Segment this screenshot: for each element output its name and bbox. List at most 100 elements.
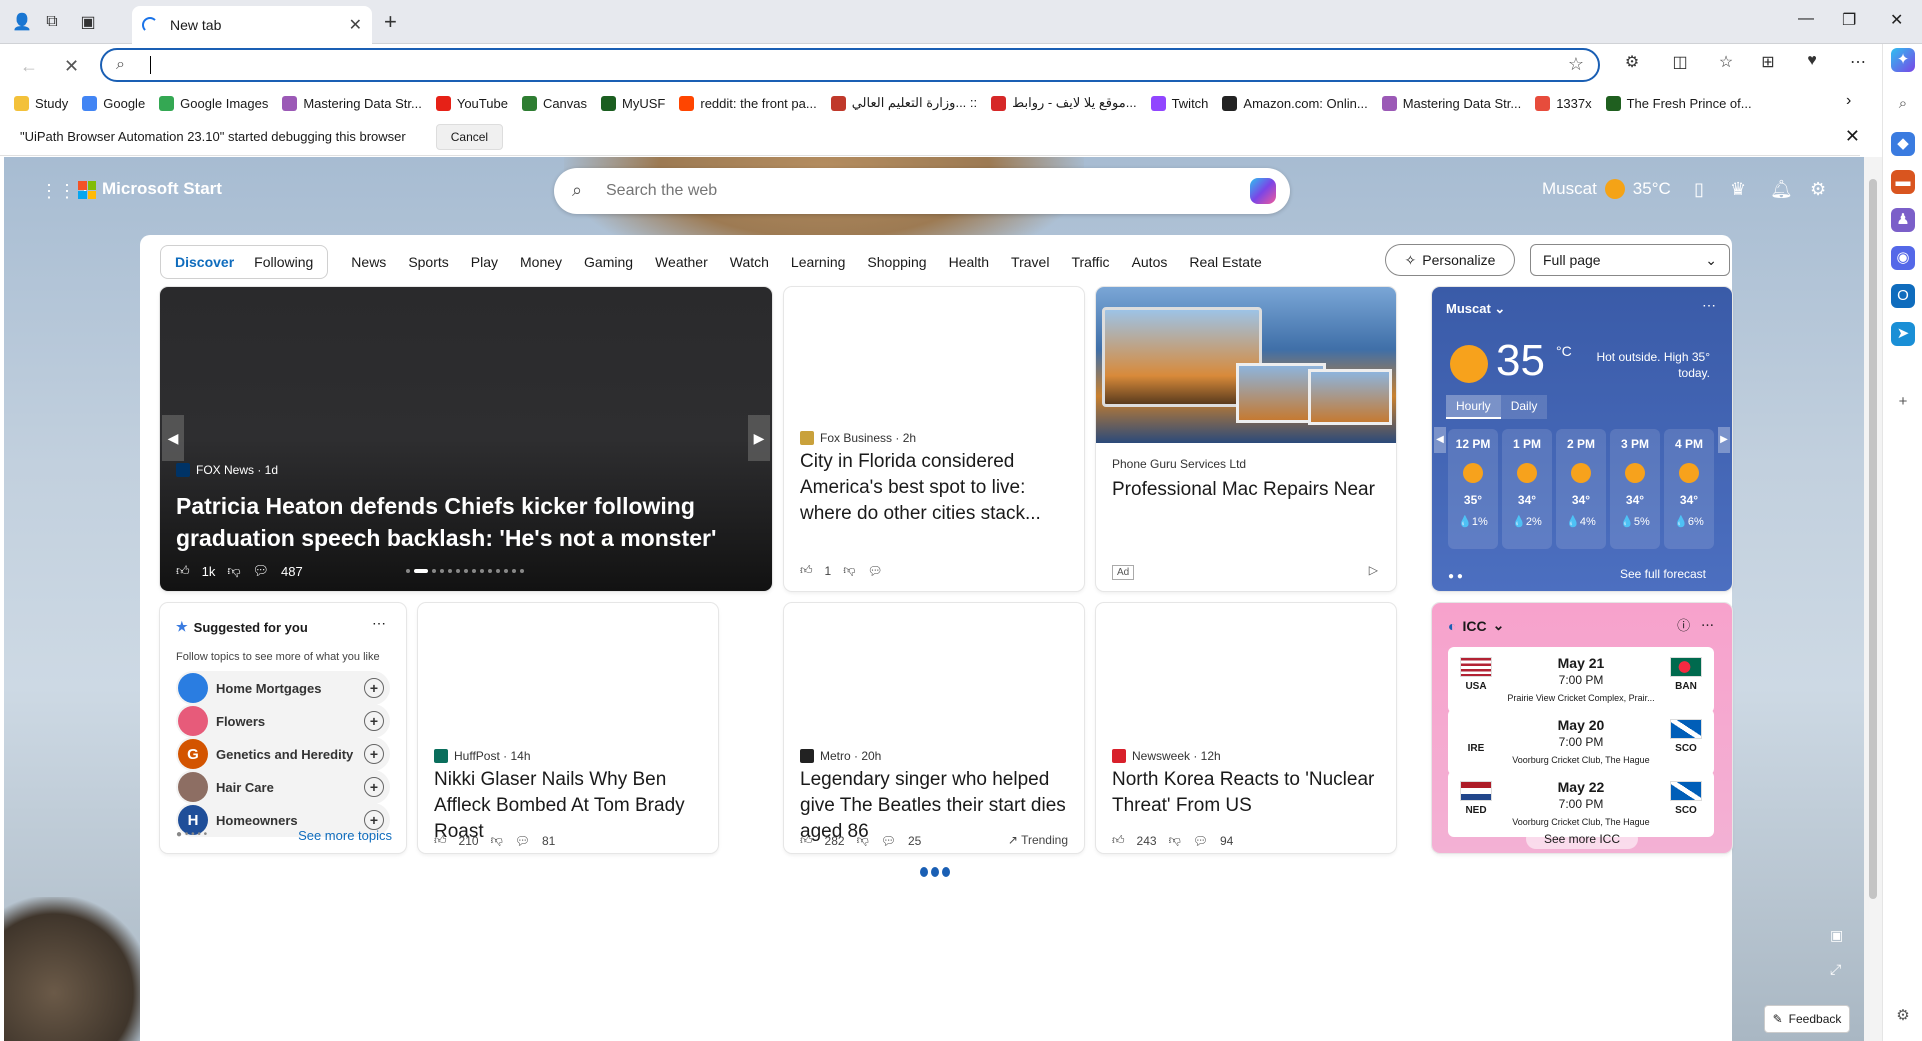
workspaces-icon[interactable]: ⧉ — [40, 10, 64, 34]
personalize-button[interactable]: ✧ Personalize — [1385, 244, 1515, 276]
expand-icon[interactable]: ⤢ — [1830, 961, 1841, 978]
nav-learning[interactable]: Learning — [791, 254, 846, 270]
address-bar[interactable]: ⌕ ☆ — [100, 48, 1600, 82]
nav-real-estate[interactable]: Real Estate — [1189, 254, 1261, 270]
bookmark-item[interactable]: وزارة التعليم العالي... :: — [830, 95, 977, 111]
bookmark-item[interactable]: Mastering Data Str... — [282, 95, 422, 111]
sidebar-settings-icon[interactable]: ⚙ — [1891, 1004, 1915, 1028]
dislike-icon[interactable]: 👎︎ — [227, 563, 240, 579]
comment-icon[interactable]: 💬︎ — [515, 834, 530, 848]
brand-name[interactable]: Microsoft Start — [102, 179, 222, 199]
follow-plus-icon[interactable]: + — [364, 711, 384, 731]
see-more-icc-link[interactable]: See more ICC — [1526, 829, 1638, 849]
follow-plus-icon[interactable]: + — [364, 744, 384, 764]
weather-city[interactable]: Muscat ⌄ — [1446, 301, 1505, 317]
notifications-bell-icon[interactable]: 🔔︎ — [1770, 179, 1793, 200]
like-icon[interactable]: 👍︎ — [176, 563, 190, 579]
profile-icon[interactable]: 👤 — [10, 10, 34, 34]
ad-card[interactable]: Phone Guru Services Ltd Professional Mac… — [1096, 287, 1396, 591]
article-title[interactable]: City in Florida considered America's bes… — [800, 449, 1078, 527]
maximize-button[interactable]: ❐ — [1842, 10, 1856, 30]
hours-next-icon[interactable]: ▶ — [1718, 427, 1730, 453]
hero-title[interactable]: Patricia Heaton defends Chiefs kicker fo… — [176, 490, 736, 554]
bookmark-item[interactable]: Google — [82, 95, 145, 111]
like-icon[interactable]: 👍︎ — [1112, 833, 1125, 848]
collections-icon[interactable]: ⊞ — [1756, 52, 1780, 72]
dislike-icon[interactable]: 👎︎ — [857, 833, 869, 848]
header-weather[interactable]: Muscat 35°C — [1542, 179, 1671, 199]
web-search-box[interactable]: ⌕ — [554, 168, 1290, 214]
bookmarks-overflow-icon[interactable]: › — [1846, 92, 1851, 110]
split-screen-icon[interactable]: ◫ — [1668, 52, 1692, 72]
dislike-icon[interactable]: 👎︎ — [491, 833, 503, 848]
nav-watch[interactable]: Watch — [730, 254, 769, 270]
browser-essentials-icon[interactable]: ♥ — [1800, 52, 1824, 70]
dislike-icon[interactable]: 👎︎ — [1169, 833, 1181, 848]
bookmark-item[interactable]: Canvas — [521, 95, 587, 111]
bookmark-item[interactable]: MyUSF — [601, 95, 665, 111]
hours-prev-icon[interactable]: ◀ — [1434, 427, 1446, 453]
rewards-icon[interactable]: ♛ — [1730, 179, 1746, 200]
bookmark-item[interactable]: The Fresh Prince of... — [1605, 95, 1752, 111]
shopping-icon[interactable]: ◆ — [1891, 132, 1915, 156]
carousel-prev-icon[interactable]: ◀ — [162, 415, 184, 461]
close-window-button[interactable]: ✕ — [1890, 10, 1903, 30]
match-item[interactable]: IRE May 20 7:00 PM Voorburg Cricket Club… — [1448, 709, 1714, 775]
hour-item[interactable]: 1 PM 34° 💧2% — [1502, 429, 1552, 549]
bookmark-item[interactable]: Twitch — [1150, 95, 1208, 111]
like-icon[interactable]: 👍︎ — [800, 563, 813, 578]
hour-item[interactable]: 4 PM 34° 💧6% — [1664, 429, 1714, 549]
minimize-button[interactable]: — — [1798, 10, 1814, 28]
microsoft-365-icon[interactable]: ◉ — [1891, 246, 1915, 270]
bookmark-item[interactable]: YouTube — [435, 95, 508, 111]
ad-title[interactable]: Professional Mac Repairs Near — [1112, 477, 1390, 503]
icc-options[interactable]: ⓘ ⋯ — [1677, 615, 1714, 634]
hour-item[interactable]: 3 PM 34° 💧5% — [1610, 429, 1660, 549]
like-icon[interactable]: 👍︎ — [800, 833, 813, 848]
bookmark-item[interactable]: reddit: the front pa... — [679, 95, 817, 111]
scrollbar-thumb[interactable] — [1869, 179, 1877, 899]
tab-new-tab[interactable]: New tab ✕ — [132, 6, 372, 44]
favorites-icon[interactable]: ☆ — [1714, 52, 1738, 72]
hour-item[interactable]: 2 PM 34° 💧4% — [1556, 429, 1606, 549]
extensions-icon[interactable]: ⚙ — [1620, 52, 1644, 72]
article-card-newsweek[interactable]: Newsweek · 12h North Korea Reacts to 'Nu… — [1096, 603, 1396, 853]
carousel-dots[interactable] — [406, 569, 524, 573]
topic-genetics[interactable]: G Genetics and Heredity + — [176, 737, 390, 771]
tab-close-icon[interactable]: ✕ — [349, 15, 362, 35]
topic-home-mortgages[interactable]: Home Mortgages + — [176, 671, 390, 705]
hero-card[interactable]: ◀ ▶ FOX News · 1d Patricia Heaton defend… — [160, 287, 772, 591]
feedback-button[interactable]: ✎ Feedback — [1764, 1005, 1850, 1033]
weather-card[interactable]: Muscat ⌄ ⋯ 35 °C Hot outside. High 35° t… — [1432, 287, 1732, 591]
nav-news[interactable]: News — [351, 254, 386, 270]
new-tab-button[interactable]: + — [384, 10, 397, 34]
bookmark-item[interactable]: 1337x — [1535, 95, 1592, 111]
nav-health[interactable]: Health — [949, 254, 989, 270]
match-item[interactable]: USA May 21 7:00 PM Prairie View Cricket … — [1448, 647, 1714, 713]
tab-hourly[interactable]: Hourly — [1446, 395, 1501, 419]
copilot-icon[interactable]: ✦ — [1891, 48, 1915, 72]
sidebar-search-icon[interactable]: ⌕ — [1891, 92, 1915, 116]
bookmark-item[interactable]: Amazon.com: Onlin... — [1222, 95, 1368, 111]
stop-loading-icon[interactable]: ✕ — [64, 56, 79, 77]
nav-traffic[interactable]: Traffic — [1071, 254, 1109, 270]
follow-plus-icon[interactable]: + — [364, 777, 384, 797]
add-sidebar-app-icon[interactable]: + — [1891, 390, 1915, 414]
article-card-metro[interactable]: Metro · 20h Legendary singer who helped … — [784, 603, 1084, 853]
nav-weather[interactable]: Weather — [655, 254, 708, 270]
follow-plus-icon[interactable]: + — [364, 810, 384, 830]
back-icon[interactable]: ← — [20, 56, 38, 77]
phone-icon[interactable]: ▯ — [1694, 179, 1704, 200]
weather-more-icon[interactable]: ⋯ — [1702, 297, 1716, 314]
page-scrollbar[interactable] — [1864, 157, 1882, 1041]
nav-autos[interactable]: Autos — [1132, 254, 1168, 270]
nav-play[interactable]: Play — [471, 254, 498, 270]
carousel-next-icon[interactable]: ▶ — [748, 415, 770, 461]
see-more-topics-link[interactable]: See more topics — [298, 828, 392, 843]
weather-pager[interactable]: ● ● — [1448, 571, 1463, 582]
tab-following[interactable]: Following — [244, 254, 323, 270]
comment-icon[interactable]: 💬︎ — [1193, 834, 1208, 848]
page-settings-icon[interactable]: ⚙ — [1810, 179, 1826, 200]
menu-dots-icon[interactable]: ⋯ — [1846, 52, 1870, 72]
article-card-fox-business[interactable]: Fox Business · 2h City in Florida consid… — [784, 287, 1084, 591]
